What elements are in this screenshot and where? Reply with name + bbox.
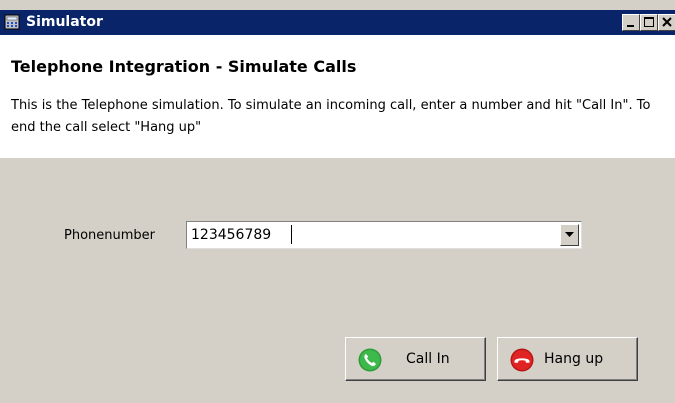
window-title: Simulator <box>26 14 103 30</box>
phone-red-icon <box>510 348 534 372</box>
dropdown-button[interactable] <box>560 224 579 246</box>
header-panel: Telephone Integration - Simulate Calls T… <box>0 35 675 158</box>
phone-green-icon <box>358 348 382 372</box>
close-icon <box>662 17 672 27</box>
page-description: This is the Telephone simulation. To sim… <box>11 98 651 135</box>
call-in-button[interactable]: Call In <box>345 337 486 381</box>
call-in-label: Call In <box>406 351 450 367</box>
chevron-down-icon <box>565 232 574 237</box>
phonenumber-combobox[interactable]: 123456789 <box>186 221 582 249</box>
hang-up-label: Hang up <box>544 351 604 367</box>
title-bar[interactable]: Simulator <box>0 10 675 35</box>
simulator-window: Simulator Telephone Integration - Simula… <box>0 0 675 403</box>
text-caret <box>291 225 292 244</box>
close-button[interactable] <box>658 14 675 31</box>
page-title: Telephone Integration - Simulate Calls <box>11 57 357 76</box>
minimize-button[interactable] <box>622 14 640 31</box>
maximize-icon <box>644 17 654 27</box>
phonenumber-label: Phonenumber <box>64 228 156 243</box>
hang-up-button[interactable]: Hang up <box>497 337 638 381</box>
maximize-button[interactable] <box>640 14 658 31</box>
phonenumber-input[interactable]: 123456789 <box>191 227 271 243</box>
minimize-icon <box>627 25 634 27</box>
calculator-icon <box>4 14 20 30</box>
